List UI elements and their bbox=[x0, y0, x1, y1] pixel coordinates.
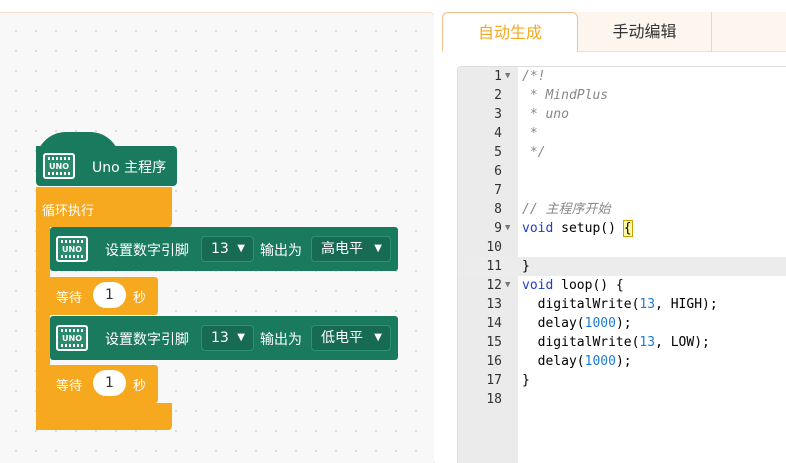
code-line[interactable]: 6 bbox=[458, 162, 786, 181]
code-text: */ bbox=[522, 145, 546, 160]
code-text: void loop() { bbox=[522, 278, 624, 293]
line-number: 4 bbox=[494, 126, 502, 141]
digital-write-block[interactable]: UNO 设置数字引脚 13 ▼ 输出为 高电平 ▼ bbox=[50, 227, 398, 271]
uno-board-icon: UNO bbox=[43, 153, 75, 179]
line-number: 7 bbox=[494, 183, 502, 198]
line-number: 18 bbox=[486, 392, 502, 407]
line-number: 12 bbox=[486, 278, 502, 293]
set-digital-pin-label: 设置数字引脚 bbox=[105, 243, 189, 259]
code-text: } bbox=[522, 259, 530, 274]
code-line[interactable]: 7 bbox=[458, 181, 786, 200]
code-line[interactable]: 4 * bbox=[458, 124, 786, 143]
level-dropdown[interactable]: 高电平 ▼ bbox=[311, 236, 391, 262]
line-number: 16 bbox=[486, 354, 502, 369]
code-tabs: 自动生成 手动编辑 bbox=[442, 12, 786, 52]
code-text: } bbox=[522, 373, 530, 388]
code-line[interactable]: 11} bbox=[458, 257, 786, 276]
code-text: /*! bbox=[522, 69, 546, 84]
code-line[interactable]: 16 delay(1000); bbox=[458, 352, 786, 371]
digital-write-block[interactable]: UNO 设置数字引脚 13 ▼ 输出为 低电平 ▼ bbox=[50, 316, 398, 360]
pin-dropdown[interactable]: 13 ▼ bbox=[201, 236, 254, 262]
wait-block[interactable]: 等待 1 秒 bbox=[50, 365, 158, 403]
line-number: 17 bbox=[486, 373, 502, 388]
tab-manual-edit[interactable]: 手动编辑 bbox=[578, 12, 712, 52]
line-number: 1 bbox=[494, 69, 502, 84]
pin-dropdown[interactable]: 13 ▼ bbox=[201, 325, 254, 351]
line-number: 8 bbox=[494, 202, 502, 217]
level-value: 高电平 bbox=[321, 241, 363, 257]
code-text: // 主程序开始 bbox=[522, 202, 611, 217]
code-text: delay(1000); bbox=[522, 354, 632, 369]
wait-seconds-input[interactable]: 1 bbox=[93, 282, 126, 308]
uno-icon-text: UNO bbox=[49, 162, 69, 171]
line-number: 14 bbox=[486, 316, 502, 331]
uno-board-icon: UNO bbox=[56, 236, 88, 262]
code-line[interactable]: 15 digitalWrite(13, LOW); bbox=[458, 333, 786, 352]
code-line[interactable]: 2 * MindPlus bbox=[458, 86, 786, 105]
code-line[interactable]: 3 * uno bbox=[458, 105, 786, 124]
level-dropdown[interactable]: 低电平 ▼ bbox=[311, 325, 391, 351]
code-text: * bbox=[522, 126, 538, 141]
fold-arrow-icon[interactable]: ▼ bbox=[505, 276, 510, 295]
line-number: 11 bbox=[486, 259, 502, 274]
wait-seconds-input[interactable]: 1 bbox=[93, 370, 126, 396]
fold-arrow-icon[interactable]: ▼ bbox=[505, 219, 510, 238]
pin-value: 13 bbox=[211, 241, 229, 257]
code-text: void setup() { bbox=[522, 220, 633, 237]
code-line[interactable]: 18 bbox=[458, 390, 786, 409]
uno-board-icon: UNO bbox=[56, 325, 88, 351]
line-number: 9 bbox=[494, 221, 502, 236]
line-number: 2 bbox=[494, 88, 502, 103]
code-line[interactable]: 5 */ bbox=[458, 143, 786, 162]
line-number: 5 bbox=[494, 145, 502, 160]
level-value: 低电平 bbox=[321, 330, 363, 346]
line-number: 13 bbox=[486, 297, 502, 312]
line-number: 3 bbox=[494, 107, 502, 122]
chevron-down-icon: ▼ bbox=[374, 243, 382, 254]
wait-block[interactable]: 等待 1 秒 bbox=[50, 277, 158, 315]
main-program-label: Uno 主程序 bbox=[92, 160, 167, 176]
code-text: delay(1000); bbox=[522, 316, 632, 331]
code-text: digitalWrite(13, LOW); bbox=[522, 335, 710, 350]
code-line[interactable]: 9 ▼ void setup() { bbox=[458, 219, 786, 238]
chevron-down-icon: ▼ bbox=[237, 332, 245, 343]
line-number: 10 bbox=[486, 240, 502, 255]
seconds-unit-label: 秒 bbox=[133, 291, 147, 306]
code-line[interactable]: 1 ▼ /*! bbox=[458, 67, 786, 86]
uno-icon-text: UNO bbox=[62, 245, 82, 254]
seconds-unit-label: 秒 bbox=[133, 379, 147, 394]
code-line[interactable]: 12 ▼ void loop() { bbox=[458, 276, 786, 295]
line-number: 15 bbox=[486, 335, 502, 350]
chevron-down-icon: ▼ bbox=[374, 332, 382, 343]
chevron-down-icon: ▼ bbox=[237, 243, 245, 254]
set-digital-pin-label: 设置数字引脚 bbox=[105, 332, 189, 348]
code-editor[interactable]: 1 ▼/*! 2 * MindPlus 3 * uno 4 * 5 */6 7 8// 主程序… bbox=[457, 66, 786, 463]
uno-icon-text: UNO bbox=[62, 334, 82, 343]
loop-block-footer bbox=[36, 403, 172, 430]
panel-divider[interactable] bbox=[434, 12, 442, 462]
loop-forever-label: 循环执行 bbox=[42, 204, 95, 219]
fold-arrow-icon[interactable]: ▼ bbox=[505, 67, 510, 86]
tab-auto-generate[interactable]: 自动生成 bbox=[442, 12, 578, 52]
line-number: 6 bbox=[494, 164, 502, 179]
code-line[interactable]: 8 // 主程序开始 bbox=[458, 200, 786, 219]
main-program-block[interactable]: UNO Uno 主程序 bbox=[36, 132, 177, 187]
code-line[interactable]: 14 delay(1000); bbox=[458, 314, 786, 333]
code-line[interactable]: 13 digitalWrite(13, HIGH); bbox=[458, 295, 786, 314]
code-line[interactable]: 17} bbox=[458, 371, 786, 390]
code-line[interactable]: 10 bbox=[458, 238, 786, 257]
code-text: digitalWrite(13, HIGH); bbox=[522, 297, 718, 312]
wait-label: 等待 bbox=[56, 291, 83, 306]
code-text: * MindPlus bbox=[522, 88, 609, 103]
output-as-label: 输出为 bbox=[260, 332, 302, 348]
output-as-label: 输出为 bbox=[260, 243, 302, 259]
pin-value: 13 bbox=[211, 330, 229, 346]
wait-label: 等待 bbox=[56, 379, 83, 394]
code-text: * uno bbox=[522, 107, 569, 122]
